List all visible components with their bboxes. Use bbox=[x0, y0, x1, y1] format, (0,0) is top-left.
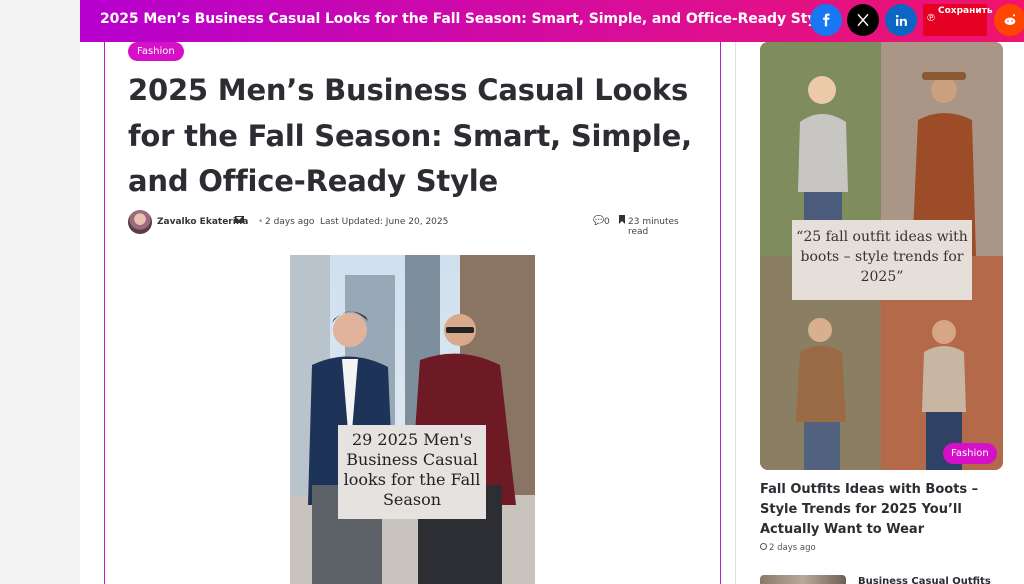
hero-image-caption: 29 2025 Men's Business Casual looks for … bbox=[338, 425, 486, 519]
sticky-header: 2025 Men’s Business Casual Looks for the… bbox=[80, 0, 1024, 42]
category-badge[interactable]: Fashion bbox=[128, 42, 184, 61]
meta-separator: • bbox=[258, 217, 264, 227]
article-headline: 2025 Men’s Business Casual Looks for the… bbox=[128, 73, 692, 198]
pinterest-icon: ℗ bbox=[926, 13, 936, 24]
read-time: 23 minutes read bbox=[628, 217, 679, 237]
hero-photo bbox=[290, 255, 535, 584]
comment-icon[interactable]: 💬 bbox=[593, 216, 604, 226]
facebook-share-button[interactable] bbox=[810, 4, 842, 36]
facebook-icon bbox=[823, 13, 830, 27]
pinterest-save-label: Сохранить bbox=[938, 6, 993, 16]
mail-icon[interactable] bbox=[235, 216, 244, 223]
pinterest-save-button[interactable]: ℗ Сохранить bbox=[923, 4, 993, 36]
featured-image-caption: “25 fall outfit ideas with boots – style… bbox=[792, 220, 972, 300]
article-meta: Zavalko Ekaterina • 2 days ago Last Upda… bbox=[128, 210, 698, 237]
featured-post-image[interactable]: “25 fall outfit ideas with boots – style… bbox=[760, 42, 1003, 470]
featured-post-title[interactable]: Fall Outfits Ideas with Boots – Style Tr… bbox=[760, 480, 1010, 540]
featured-post-date: 2 days ago bbox=[760, 543, 816, 553]
reddit-icon bbox=[1004, 14, 1016, 25]
sidebar-divider bbox=[735, 42, 736, 584]
clock-icon bbox=[760, 543, 767, 550]
x-share-button[interactable] bbox=[847, 4, 879, 36]
x-icon bbox=[857, 14, 869, 26]
next-post-thumbnail[interactable] bbox=[760, 575, 846, 584]
bookmark-icon bbox=[619, 215, 625, 224]
linkedin-share-button[interactable] bbox=[885, 4, 917, 36]
next-post-title[interactable]: Business Casual Outfits bbox=[858, 576, 991, 584]
article-hero-image: 29 2025 Men's Business Casual looks for … bbox=[290, 255, 535, 584]
left-gutter bbox=[0, 0, 80, 584]
author-avatar[interactable] bbox=[128, 210, 152, 234]
reddit-share-button[interactable] bbox=[994, 4, 1024, 36]
featured-category-badge[interactable]: Fashion bbox=[943, 443, 997, 464]
featured-post-date-text: 2 days ago bbox=[769, 543, 816, 553]
comment-count[interactable]: 0 bbox=[604, 217, 610, 227]
updated-date: Last Updated: June 20, 2025 bbox=[320, 217, 449, 227]
header-title: 2025 Men’s Business Casual Looks for the… bbox=[100, 11, 831, 27]
published-date: 2 days ago bbox=[265, 217, 315, 227]
linkedin-icon bbox=[895, 14, 907, 26]
